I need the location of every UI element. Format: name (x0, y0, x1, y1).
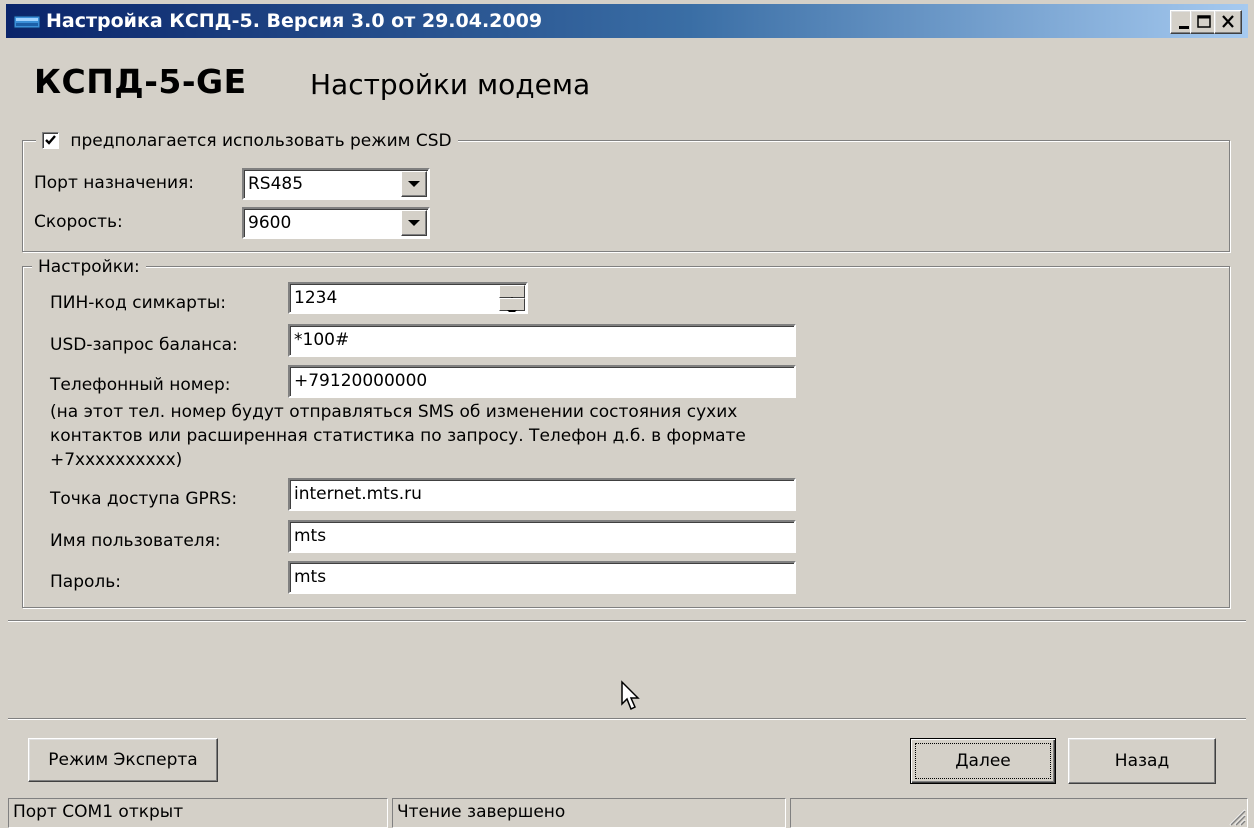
user-input[interactable]: mts (288, 520, 796, 553)
arrow-down-icon (507, 310, 517, 312)
close-button[interactable] (1214, 10, 1242, 34)
spin-up-button[interactable] (499, 285, 525, 302)
brand-title: КСПД-5-GE (34, 62, 247, 101)
pin-spin-buttons[interactable] (499, 285, 525, 312)
close-icon (1222, 15, 1234, 28)
speed-dropdown-button[interactable] (401, 210, 427, 236)
status-read: Чтение завершено (392, 798, 786, 828)
port-dropdown-button[interactable] (401, 171, 427, 197)
phone-label: Телефонный номер: (50, 375, 231, 395)
status-extra (790, 798, 1248, 828)
phone-note: (на этот тел. номер будут отправляться S… (50, 402, 746, 470)
usd-label: USD-запрос баланса: (50, 335, 238, 355)
status-port: Порт COM1 открыт (8, 798, 388, 828)
title-bar[interactable]: Настройка КСПД-5. Версия 3.0 от 29.04.20… (6, 4, 1248, 38)
pin-label: ПИН-код симкарты: (50, 293, 226, 313)
next-button[interactable]: Далее (910, 738, 1056, 784)
user-label: Имя пользователя: (50, 531, 221, 551)
resize-grip-icon[interactable] (1226, 806, 1246, 826)
password-input[interactable]: mts (288, 561, 796, 594)
apn-label: Точка доступа GPRS: (50, 489, 238, 509)
expert-mode-button[interactable]: Режим Эксперта (28, 738, 218, 782)
chevron-down-icon (408, 181, 420, 187)
mouse-cursor-icon (621, 680, 640, 711)
pin-spinner[interactable]: 1234 (288, 282, 528, 314)
apn-input[interactable]: internet.mts.ru (288, 478, 796, 511)
separator-top (8, 620, 1246, 622)
usd-input[interactable]: *100# (288, 324, 796, 357)
separator-bottom (8, 718, 1246, 720)
app-icon (14, 15, 40, 29)
main-window: Настройка КСПД-5. Версия 3.0 от 29.04.20… (0, 0, 1254, 828)
checkmark-icon (45, 135, 56, 145)
password-label: Пароль: (50, 572, 122, 592)
speed-select[interactable]: 9600 (242, 207, 430, 239)
port-label: Порт назначения: (34, 173, 195, 193)
port-select[interactable]: RS485 (242, 168, 430, 200)
page-title: Настройки модема (310, 68, 591, 101)
window-title: Настройка КСПД-5. Версия 3.0 от 29.04.20… (46, 10, 543, 32)
back-button[interactable]: Назад (1068, 738, 1216, 784)
settings-group-legend: Настройки: (32, 257, 146, 277)
csd-group-legend: предполагается использовать режим CSD (36, 131, 458, 151)
csd-checkbox[interactable] (42, 132, 59, 149)
chevron-down-icon (408, 220, 420, 226)
pin-value: 1234 (294, 288, 338, 308)
focus-rect (915, 743, 1051, 779)
csd-checkbox-label: предполагается использовать режим CSD (70, 131, 452, 151)
speed-value: 9600 (248, 213, 292, 233)
port-value: RS485 (248, 174, 304, 194)
spin-down-button[interactable] (499, 298, 525, 312)
phone-input[interactable]: +79120000000 (288, 365, 796, 398)
speed-label: Скорость: (34, 212, 123, 232)
csd-group (22, 140, 1230, 252)
